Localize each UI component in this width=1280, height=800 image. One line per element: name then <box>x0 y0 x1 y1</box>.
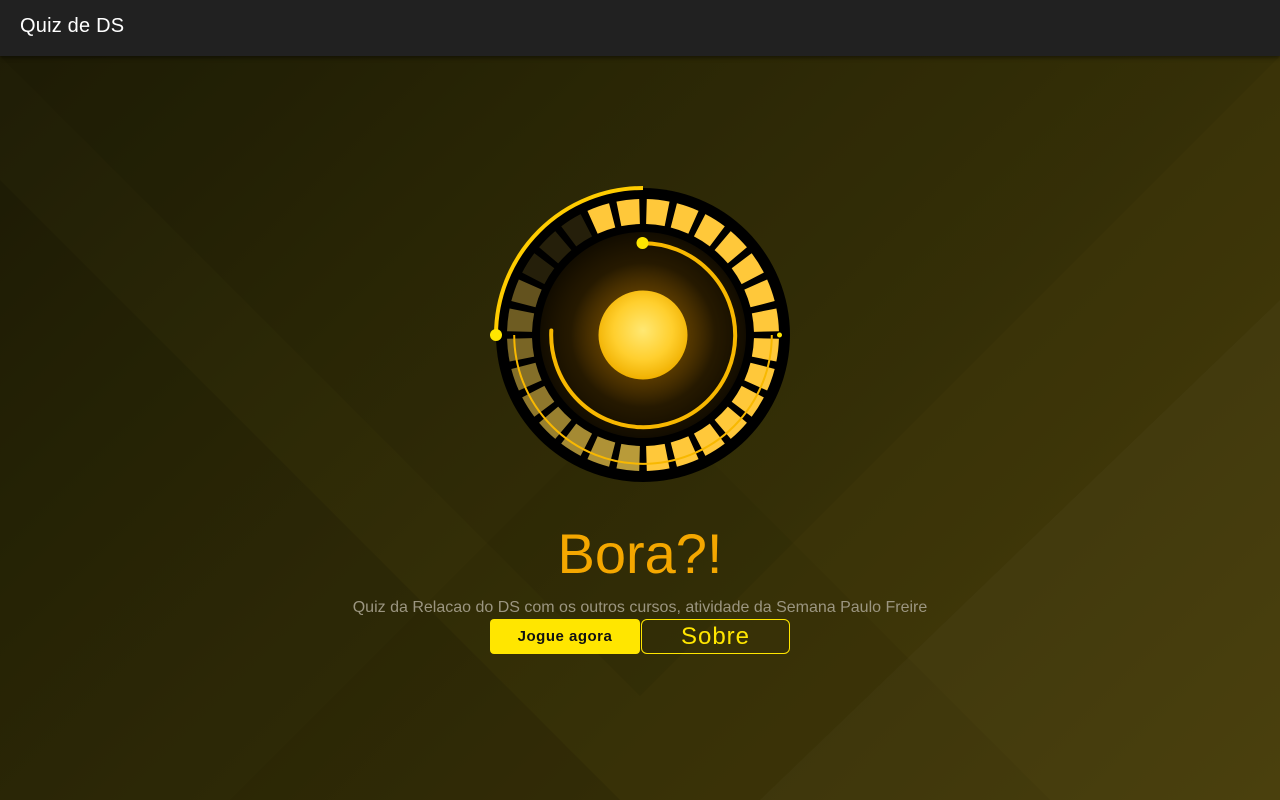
hero-title: Bora?! <box>557 522 723 585</box>
app-root: Quiz de DS Bora?! Quiz da Relacao do DS … <box>0 0 1280 800</box>
play-now-button[interactable]: Jogue agora <box>490 619 640 654</box>
about-button[interactable]: Sobre <box>641 619 790 654</box>
hero-subtitle: Quiz da Relacao do DS com os outros curs… <box>352 599 928 616</box>
app-title: Quiz de DS <box>20 15 125 37</box>
glowing-orb-dial-icon <box>490 186 790 482</box>
app-bar: Quiz de DS <box>0 0 1280 56</box>
